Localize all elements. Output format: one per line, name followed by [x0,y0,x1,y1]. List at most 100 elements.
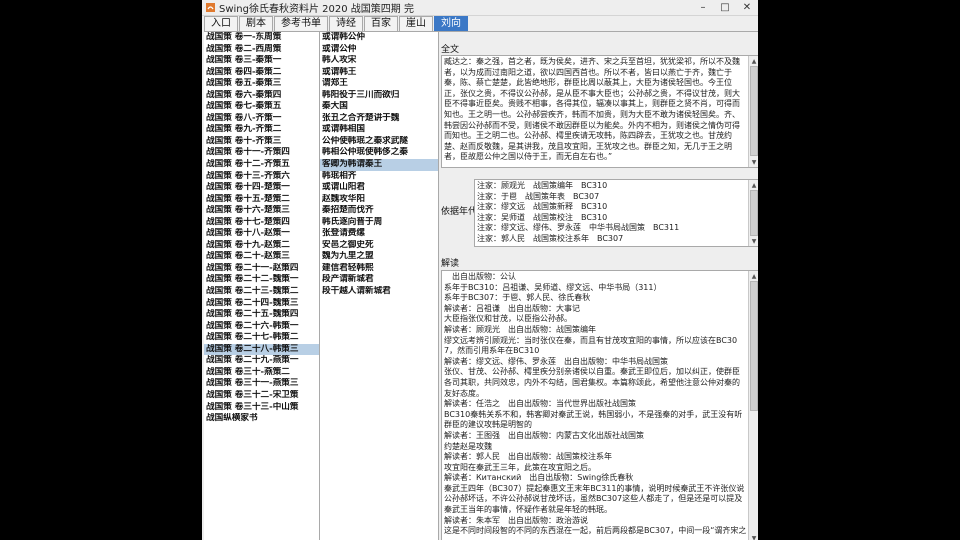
chapter-list-item[interactable]: 战国策 卷九-齐策二 [204,124,319,136]
textual-label: 依据年代 [441,207,478,217]
chapter-list-item[interactable]: 战国策 卷二十七-韩策二 [204,332,319,344]
chapter-list-item[interactable]: 战国策 卷二十二-魏策一 [204,274,319,286]
article-list-item[interactable]: 建信君轻韩熙 [320,263,438,275]
chapter-list-item[interactable]: 战国策 卷六-秦策四 [204,90,319,102]
article-list-item[interactable]: 公仲使韩珉之秦求武隧 [320,136,438,148]
article-list-item[interactable]: 段干越人谓新城君 [320,286,438,298]
chapter-list-item[interactable]: 战国策 卷七-秦策五 [204,101,319,113]
source-line: 注家：于鬯 战国策年表 BC307 [477,191,600,201]
article-list-item[interactable]: 张登请费缧 [320,228,438,240]
interpretation-box[interactable]: 出自出版物：公认 系年于BC310：吕祖谦、吴师道、缪文远、中华书局（311） 系年… [441,270,758,540]
chapter-list-item[interactable]: 战国策 卷三十-燕策二 [204,367,319,379]
article-list-item[interactable]: 段产谓新城君 [320,274,438,286]
interpretation-line: 系年于BC307：于鬯、郭人民、徐氏春秋 [444,293,591,303]
chapter-list-item[interactable]: 战国策 卷十一-齐策四 [204,147,319,159]
chapter-list-item[interactable]: 战国策 卷二十九-燕策一 [204,355,319,367]
source-line: 注家：吴师道 战国策校注 BC310 [477,212,608,222]
interpretation-line: 约楚赵是攻魏 [444,441,492,451]
tab-1[interactable]: 剧本 [239,16,273,31]
tab-0[interactable]: 入口 [204,16,238,31]
interpretation-line: 解读者：郭人民 出自出版物：战国策校注系年 [444,452,612,462]
chapter-list-item[interactable]: 战国策 卷十三-齐策六 [204,171,319,183]
tab-5[interactable]: 崖山 [399,16,433,31]
interpretation-line: 解读者：朱本军 出自出版物：政治游说 [444,515,588,525]
article-list-item[interactable]: 谓郑王 [320,78,438,90]
chapter-list-item[interactable]: 战国策 卷十四-楚策一 [204,182,319,194]
interpretation-line: 大臣指张仪和甘茂，以臣指公孙郝。 [444,314,572,324]
chapter-list-item[interactable]: 战国策 卷十二-齐策五 [204,159,319,171]
article-list-item[interactable]: 秦招楚而伐齐 [320,205,438,217]
chapter-list-item[interactable]: 战国策 卷三-秦策一 [204,55,319,67]
article-list-item[interactable]: 韩氏逐向晋于周 [320,217,438,229]
interpretation-line: 出自出版物：公认 [444,272,516,281]
fulltext-text: 臧达之：秦之强，首之者，既为侯矣，进齐、宋之兵至首坦，犹犹梁祁，所以不及魏者，以… [444,57,740,162]
chapter-list-item[interactable]: 战国策 卷二-西周策 [204,44,319,56]
detail-panel: 全文 臧达之：秦之强，首之者，既为侯矣，进齐、宋之兵至首坦，犹犹梁祁，所以不及魏… [439,32,758,540]
tab-2[interactable]: 参考书单 [274,16,328,31]
article-list-item[interactable]: 韩珉相齐 [320,171,438,183]
interpretation-line: 张仪、甘茂、公孙郝、樗里疾分别亲诸侯以自重。秦武王即位后，加以纠正，使群臣各司其… [444,367,740,398]
close-icon[interactable]: ✕ [736,1,758,15]
chapter-list-item[interactable]: 战国策 卷一-东周策 [204,32,319,44]
minimize-icon[interactable]: – [692,1,714,15]
interpretation-line: BC310秦韩关系不和，韩客卿对秦武王说，韩国弱小，不是强秦的对手，武王没有听群… [444,409,743,430]
article-list-item[interactable]: 张丑之合齐楚讲于魏 [320,113,438,125]
chapter-list-item[interactable]: 战国策 卷二十一-赵策四 [204,263,319,275]
fulltext-label: 全文 [441,45,460,55]
maximize-icon[interactable]: □ [714,1,736,15]
chapter-list[interactable]: 战国策 卷一-东周策 战国策 卷二-西周策 战国策 卷三-秦策一 战国策 卷四-秦策二… [204,32,320,540]
article-list-item[interactable]: 秦大国 [320,101,438,113]
chapter-list-item[interactable]: 战国策 卷三十三-中山策 [204,402,319,414]
chapter-list-item[interactable]: 战国策 卷十七-楚策四 [204,217,319,229]
chapter-list-item[interactable]: 战国策 卷二十三-魏策二 [204,286,319,298]
interpretation-line: 解读者：Китанский 出自出版物：Swing徐氏春秋 [444,473,634,483]
chapter-list-item[interactable]: 战国策 卷十八-赵策一 [204,228,319,240]
window-title: Swing徐氏春秋资料片 2020 战国策四期 完 [219,4,414,15]
chapter-list-item[interactable]: 战国策 卷八-齐策一 [204,113,319,125]
sources-box[interactable]: 注家：顾观光 战国策编年 BC310 注家：于鬯 战国策年表 BC307 注家：缪文… [474,179,758,247]
fulltext-box[interactable]: 臧达之：秦之强，首之者，既为侯矣，进齐、宋之兵至首坦，犹犹梁祁，所以不及魏者，以… [441,55,758,168]
article-list-item[interactable]: 或谓韩相国 [320,124,438,136]
chapter-list-item[interactable]: 战国策 卷二十四-魏策三 [204,298,319,310]
fulltext-scrollbar[interactable]: ▲ ▼ [748,56,758,167]
article-list-item[interactable]: 魏为九里之盟 [320,251,438,263]
main-content: 战国策 卷一-东周策 战国策 卷二-西周策 战国策 卷三-秦策一 战国策 卷四-秦策二… [204,31,758,540]
chapter-list-item[interactable]: 战国策 卷五-秦策三 [204,78,319,90]
tab-4[interactable]: 百家 [364,16,398,31]
article-list-item[interactable]: 韩相公仲珉使韩侈之秦 [320,147,438,159]
source-line: 注家：缪文远 战国策新释 BC310 [477,202,608,212]
interpretation-line: 缪文远考辨引顾观光：当时张仪在秦，而且有甘茂攻宜阳的事情，所以应该在BC307，… [444,335,738,356]
interpretation-line: 解读者：吕祖谦 出自出版物：大事记 [444,303,580,313]
interpretation-scrollbar[interactable]: ▲ ▼ [748,271,758,540]
source-line: 注家：顾观光 战国策编年 BC310 [477,181,608,190]
article-list-item[interactable]: 赵魏攻华阳 [320,194,438,206]
article-list[interactable]: 或谓韩公仲 或谓公仲 韩人攻宋 或谓韩王 谓郑王 韩阳役于三川而欲归 秦大国 张丑之合齐楚讲于… [320,32,439,540]
article-list-item[interactable]: 客卿为韩谓秦王 [320,159,438,171]
article-list-item[interactable]: 韩人攻宋 [320,55,438,67]
article-list-item[interactable]: 或谓韩公仲 [320,32,438,44]
chapter-list-item[interactable]: 战国策 卷三十一-燕策三 [204,378,319,390]
interpretation-line: 解读者：王图强 出自出版物：内蒙古文化出版社战国策 [444,430,644,440]
chapter-list-item[interactable]: 战国策 卷十六-楚策三 [204,205,319,217]
chapter-list-item[interactable]: 战国策 卷四-秦策二 [204,67,319,79]
chapter-list-item[interactable]: 战国策 卷二十六-韩策一 [204,321,319,333]
java-app-icon [206,3,215,12]
article-list-item[interactable]: 韩阳役于三川而欲归 [320,90,438,102]
chapter-list-item[interactable]: 战国策 卷二十八-韩策三 [204,343,319,356]
article-list-item[interactable]: 安邑之御史死 [320,240,438,252]
article-list-item[interactable]: 或谓公仲 [320,44,438,56]
chapter-list-item[interactable]: 战国纵横家书 [204,413,319,425]
chapter-list-item[interactable]: 战国策 卷十-齐策三 [204,136,319,148]
chapter-list-item[interactable]: 战国策 卷二十五-魏策四 [204,309,319,321]
sources-scrollbar[interactable]: ▲ ▼ [748,180,758,246]
tab-6[interactable]: 刘向 [434,16,468,31]
tab-3[interactable]: 诗经 [329,16,363,31]
chapter-list-item[interactable]: 战国策 卷二十-赵策三 [204,251,319,263]
chapter-list-item[interactable]: 战国策 卷十九-赵策二 [204,240,319,252]
article-list-item[interactable]: 或谓山阳君 [320,182,438,194]
interpretation-line: 系年于BC310：吕祖谦、吴师道、缪文远、中华书局（311） [444,282,662,292]
article-list-item[interactable]: 或谓韩王 [320,67,438,79]
title-bar: Swing徐氏春秋资料片 2020 战国策四期 完 – □ ✕ [202,0,758,16]
chapter-list-item[interactable]: 战国策 卷三十二-宋卫策 [204,390,319,402]
chapter-list-item[interactable]: 战国策 卷十五-楚策二 [204,194,319,206]
